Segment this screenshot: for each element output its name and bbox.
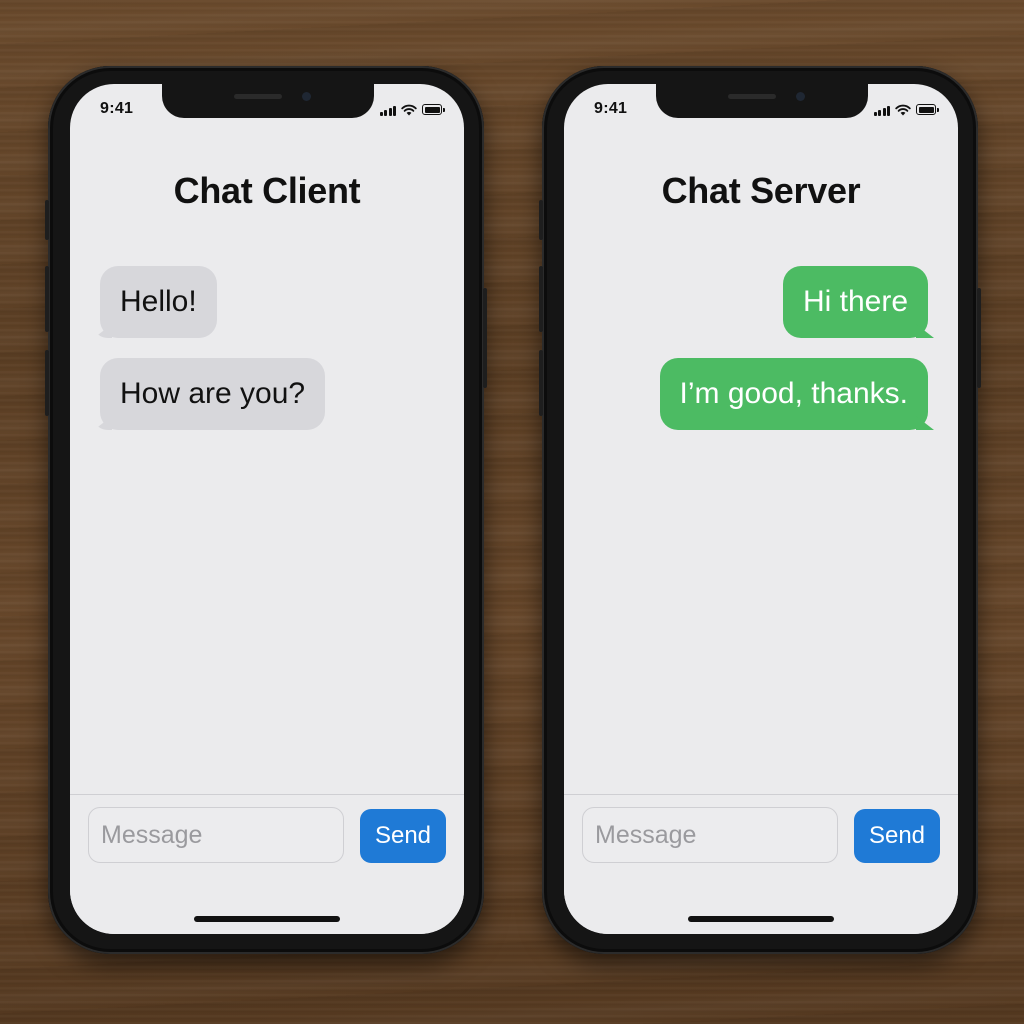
page-title: Chat Client — [173, 170, 361, 211]
bubble-tail — [916, 324, 934, 338]
bubble-tail — [94, 416, 112, 430]
phone-chat-server: 9:41 Chat Server Hi there I’m good, than… — [539, 66, 981, 954]
composer-bar: Send — [70, 794, 464, 934]
status-time: 9:41 — [100, 100, 134, 117]
volume-down-button — [45, 350, 49, 416]
notch — [162, 84, 374, 118]
message-input[interactable] — [582, 807, 838, 863]
screen: 9:41 Chat Client Hello! How are you? Mes… — [70, 84, 464, 934]
message-text: Hello! — [120, 285, 197, 318]
notch — [656, 84, 868, 118]
battery-icon — [916, 104, 939, 115]
message-input[interactable] — [88, 807, 344, 863]
wifi-icon — [895, 104, 911, 116]
earpiece-speaker — [728, 94, 776, 99]
power-button — [483, 288, 487, 388]
screen: 9:41 Chat Server Hi there I’m good, than… — [564, 84, 958, 934]
home-indicator[interactable] — [194, 916, 340, 922]
front-camera — [796, 92, 805, 101]
mute-switch — [539, 200, 543, 240]
send-button[interactable]: Send — [854, 809, 940, 863]
volume-up-button — [539, 266, 543, 332]
front-camera — [302, 92, 311, 101]
battery-icon — [422, 104, 445, 115]
signal-icon — [873, 105, 890, 116]
composer-bar: Send — [564, 794, 958, 934]
wifi-icon — [401, 104, 417, 116]
message-text: I’m good, thanks. — [679, 377, 908, 410]
message-bubble-outgoing: I’m good, thanks. — [659, 358, 934, 430]
send-button[interactable]: Send — [360, 809, 446, 863]
signal-icon — [379, 105, 396, 116]
phone-chat-client: 9:41 Chat Client Hello! How are you? Mes… — [45, 66, 487, 954]
earpiece-speaker — [234, 94, 282, 99]
mute-switch — [45, 200, 49, 240]
status-icons — [873, 102, 939, 116]
message-bubble-incoming: How are you? — [94, 358, 326, 430]
message-text: How are you? — [120, 377, 306, 410]
volume-up-button — [45, 266, 49, 332]
message-text: Hi there — [802, 285, 908, 318]
message-bubble-outgoing: Hi there — [782, 266, 934, 338]
power-button — [977, 288, 981, 388]
page-title: Chat Server — [661, 170, 861, 211]
status-time: 9:41 — [594, 100, 628, 117]
message-bubble-incoming: Hello! — [94, 266, 217, 338]
bubble-tail — [94, 324, 112, 338]
status-icons — [379, 102, 445, 116]
volume-down-button — [539, 350, 543, 416]
bubble-tail — [916, 416, 934, 430]
home-indicator[interactable] — [688, 916, 834, 922]
